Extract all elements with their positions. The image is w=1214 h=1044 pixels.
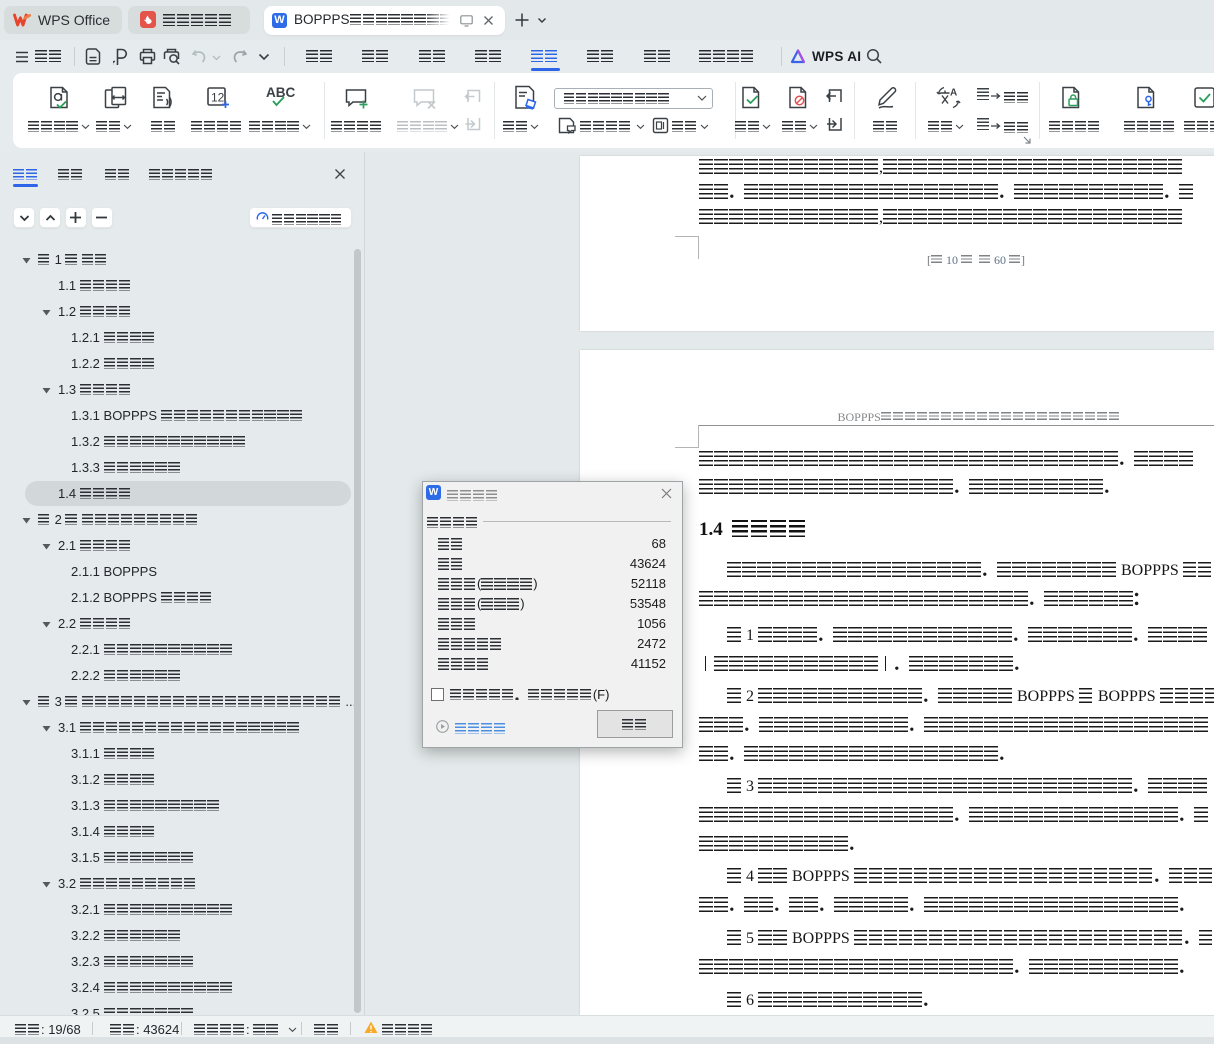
svg-text:ABC: ABC	[266, 85, 295, 100]
svg-text:A: A	[950, 88, 957, 99]
svg-text:12: 12	[211, 91, 225, 105]
